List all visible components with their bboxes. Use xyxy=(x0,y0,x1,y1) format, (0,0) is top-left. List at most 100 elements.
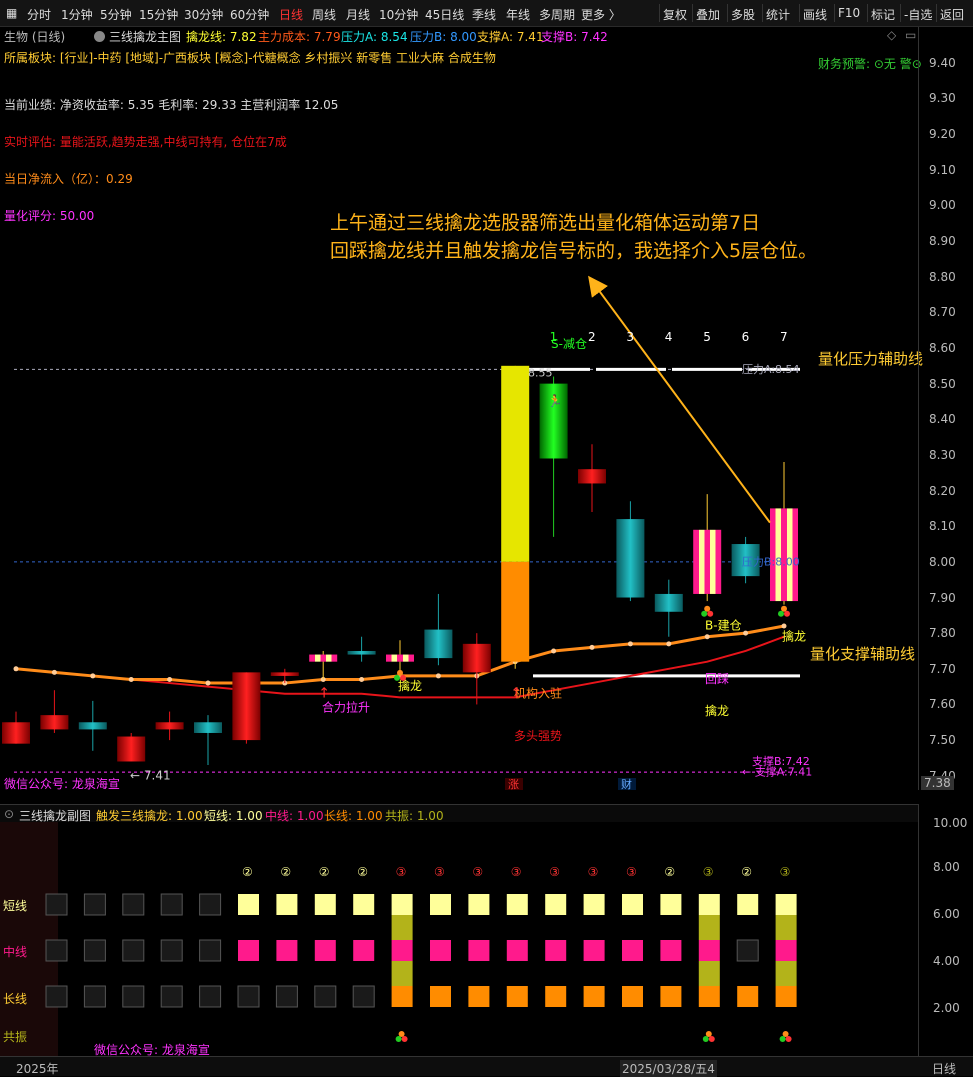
diamond-icon[interactable]: ◇ xyxy=(887,28,896,42)
support-b-value: 支撑B: 7.42 xyxy=(541,30,608,44)
res-dot xyxy=(395,1036,402,1042)
toolbar-right-9[interactable]: 返回 xyxy=(940,6,964,23)
row-label-long: 长线 xyxy=(3,992,27,1006)
short-cell xyxy=(199,893,222,916)
toolbar-9[interactable]: 月线 xyxy=(346,6,370,23)
support-b-line-label: 支撑B:7.42 xyxy=(752,754,810,768)
toolbar-7[interactable]: 日线 xyxy=(279,6,303,23)
long-cell xyxy=(583,986,605,1007)
year-label: 2025年 xyxy=(16,1062,59,1076)
toolbar-right-1[interactable]: 复权 xyxy=(663,6,687,23)
sub-settings-icon[interactable]: ⊙ xyxy=(4,807,14,821)
short-cell xyxy=(45,893,68,916)
long-cell xyxy=(199,985,222,1008)
stock-name[interactable]: 生物 (日线) xyxy=(4,28,65,45)
duotou-label: 多头强势 xyxy=(514,729,562,743)
indicator-name[interactable]: 三线擒龙主图 xyxy=(109,28,181,45)
toolbar-1[interactable]: 分时 xyxy=(27,6,51,23)
toolbar-right-4[interactable]: 统计 xyxy=(766,6,790,23)
long-cell xyxy=(468,986,490,1007)
toolbar-12[interactable]: 季线 xyxy=(472,6,496,23)
level-circle: ③ xyxy=(780,865,791,879)
toolbar-6[interactable]: 60分钟 xyxy=(230,6,269,23)
toolbar-11[interactable]: 45日线 xyxy=(425,6,464,23)
price-tick-7: 8.70 xyxy=(929,305,956,320)
long-cell xyxy=(775,986,797,1007)
toolbar-right-6[interactable]: F10 xyxy=(838,6,860,20)
toolbar-4[interactable]: 15分钟 xyxy=(139,6,178,23)
short-cell xyxy=(545,894,567,915)
price-tick-19: 7.50 xyxy=(929,733,956,748)
candle-body xyxy=(654,593,683,612)
toolbar-2[interactable]: 1分钟 xyxy=(61,6,93,23)
daily-inflow: 当日净流入（亿）：0.29 xyxy=(4,172,133,186)
toolbar-right-7[interactable]: 标记 xyxy=(871,6,895,23)
mid-cell xyxy=(583,940,605,961)
mid-cell xyxy=(314,940,336,961)
candle-body xyxy=(232,672,261,741)
grid-icon[interactable]: ▦ xyxy=(6,6,17,20)
short-cell xyxy=(622,894,643,915)
candle-body xyxy=(40,715,69,730)
candle-body xyxy=(386,654,414,662)
signal-dot xyxy=(781,605,787,612)
short-cell xyxy=(391,894,413,915)
toolbar-right-8[interactable]: -自选 xyxy=(904,6,932,23)
realtime-eval: 实时评估: 量能活跃,趋势走强,中线可持有, 仓位在7成 xyxy=(4,135,287,149)
candle-body xyxy=(309,654,338,662)
res-dot xyxy=(401,1036,408,1042)
mid-cell xyxy=(622,940,643,961)
settings-icon[interactable] xyxy=(94,31,105,42)
short-cell xyxy=(83,893,106,916)
indicator-info-bar: 生物 (日线) 三线擒龙主图 擒龙线: 7.82 主力成本: 7.79 压力A:… xyxy=(0,27,918,45)
bottom-date-bar: 2025年 2025/03/28/五4 日线 xyxy=(0,1056,973,1077)
level-circle: ② xyxy=(280,865,291,879)
long-cell xyxy=(506,986,528,1007)
main-kline-chart[interactable]: 8.55← 7.41S-减仓压力A:8.54压力B:8.00← 支撑A:7.41… xyxy=(0,45,918,790)
toolbar-15[interactable]: 更多 〉 xyxy=(581,6,621,23)
sub-tick-4: 2.00 xyxy=(933,1001,960,1015)
row-label-mid: 中线 xyxy=(3,944,27,959)
qinlong-dot xyxy=(551,648,557,654)
qinlong-dot xyxy=(205,680,211,686)
signal-dot xyxy=(707,610,714,617)
mid-cell xyxy=(160,939,183,962)
res-dot xyxy=(785,1036,792,1042)
toolbar-8[interactable]: 周线 xyxy=(312,6,336,23)
toolbar-10[interactable]: 10分钟 xyxy=(379,6,418,23)
buy-arrow: ↑ xyxy=(318,685,330,701)
annotation-line2: 回踩擒龙线并且触发擒龙信号标的，我选择介入5层仓位。 xyxy=(330,240,818,262)
zhang-badge: 涨 xyxy=(508,778,519,790)
row-label-short: 短线 xyxy=(3,899,27,913)
sub-chart-header: ⊙ 三线擒龙副图 触发三线擒龙: 1.00 短线: 1.00 中线: 1.00 … xyxy=(0,804,918,823)
period-label[interactable]: 日线 xyxy=(932,1060,956,1077)
quant-score: 量化评分: 50.00 xyxy=(4,209,95,223)
candle-body xyxy=(270,672,299,676)
price-axis[interactable]: 9.40 9.30 9.20 9.10 9.00 8.90 8.80 8.70 8.60 8.50… xyxy=(918,27,973,790)
sector-info: 所属板块: [行业]-中药 [地域]-广西板块 [概念]-代糖概念 乡村振兴 新… xyxy=(4,51,496,65)
toolbar-right-2[interactable]: 叠加 xyxy=(696,6,720,23)
toolbar-13[interactable]: 年线 xyxy=(506,6,530,23)
toolbar-14[interactable]: 多周期 xyxy=(539,6,575,23)
long-cell xyxy=(275,985,298,1008)
price-tick-12: 8.20 xyxy=(929,483,956,498)
candle-body xyxy=(501,365,530,562)
pressure-a-value: 压力A: 8.54 xyxy=(341,30,408,44)
qinlong-dot xyxy=(589,644,595,650)
level-circle: ② xyxy=(741,865,752,879)
cost-value: 主力成本: 7.79 xyxy=(258,30,341,44)
toolbar-5[interactable]: 30分钟 xyxy=(184,6,223,23)
pressure-b-value: 压力B: 8.00 xyxy=(410,30,477,44)
sub-wechat-label: 微信公众号: 龙泉海宣 xyxy=(94,1042,210,1056)
toolbar-right-3[interactable]: 多股 xyxy=(731,6,755,23)
price-tick-10: 8.40 xyxy=(929,412,956,427)
finance-warning: 财务预警: ⊙无 警⊙ xyxy=(818,57,922,71)
collapse-icon[interactable]: ▭ xyxy=(905,28,916,42)
toolbar-3[interactable]: 5分钟 xyxy=(100,6,132,23)
sub-signal-chart[interactable]: 短线中线长线共振微信公众号: 龙泉海宣 ② ② ② ② ③ ③ ③ ③ ③ ③ ③ ② ③ ② ③ xyxy=(0,822,918,1056)
toolbar-right-5[interactable]: 画线 xyxy=(803,6,827,23)
day-number: 2 xyxy=(588,330,596,344)
short-cell xyxy=(353,894,375,915)
qinlong-dot xyxy=(666,641,672,647)
price-tick-6: 8.80 xyxy=(929,269,956,284)
